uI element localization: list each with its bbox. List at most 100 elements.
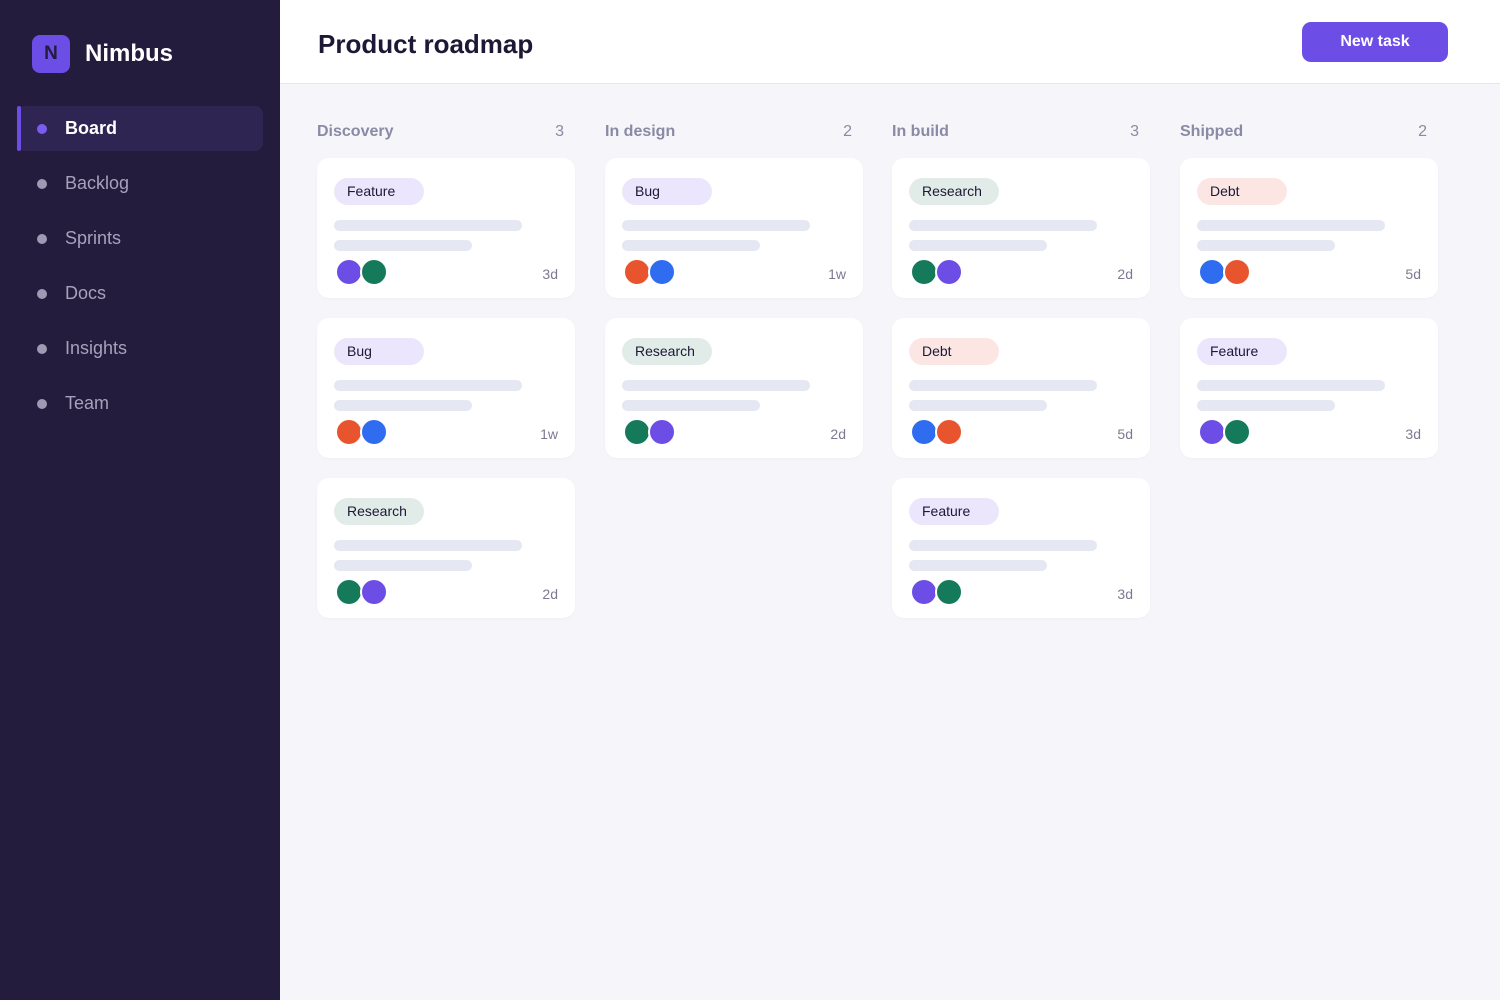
task-tag: Debt bbox=[1197, 178, 1287, 205]
avatar bbox=[648, 258, 676, 286]
placeholder-line bbox=[334, 560, 472, 571]
new-task-button[interactable]: New task bbox=[1302, 22, 1448, 62]
avatar bbox=[935, 258, 963, 286]
due-label: 3d bbox=[1117, 586, 1133, 602]
task-tag: Debt bbox=[909, 338, 999, 365]
task-card[interactable]: Research 2d bbox=[605, 318, 863, 458]
column-count: 2 bbox=[843, 123, 852, 140]
avatar bbox=[335, 578, 363, 606]
avatar bbox=[648, 418, 676, 446]
placeholder-line bbox=[334, 220, 522, 231]
page-title: Product roadmap bbox=[318, 29, 534, 59]
task-card[interactable]: Bug 1w bbox=[317, 318, 575, 458]
placeholder-line bbox=[334, 240, 472, 251]
assignees bbox=[623, 258, 683, 286]
placeholder-line bbox=[334, 400, 472, 411]
dot-icon bbox=[37, 343, 47, 354]
avatar bbox=[1223, 258, 1251, 286]
placeholder-line bbox=[622, 380, 810, 391]
assignees bbox=[335, 418, 395, 446]
due-label: 1w bbox=[828, 266, 846, 282]
assignees bbox=[1198, 258, 1258, 286]
placeholder-line bbox=[622, 240, 760, 251]
column-title: In design bbox=[605, 123, 676, 140]
task-tag: Research bbox=[909, 178, 999, 205]
column-header: Shipped 2 bbox=[1180, 120, 1438, 144]
avatar bbox=[935, 578, 963, 606]
column-header: In design 2 bbox=[605, 120, 863, 144]
task-tag: Research bbox=[334, 498, 424, 525]
avatar bbox=[910, 258, 938, 286]
placeholder-line bbox=[909, 380, 1097, 391]
column-count: 3 bbox=[1130, 123, 1139, 140]
avatar bbox=[935, 418, 963, 446]
sidebar-item-label: Backlog bbox=[65, 173, 130, 193]
column-shipped: Shipped 2 Debt 5d Feature 3d bbox=[1180, 120, 1438, 478]
sidebar-item-label: Team bbox=[65, 393, 110, 413]
sidebar-item-team[interactable]: Team bbox=[17, 381, 263, 426]
dot-icon bbox=[37, 288, 47, 299]
task-card[interactable]: Debt 5d bbox=[892, 318, 1150, 458]
sidebar-item-sprints[interactable]: Sprints bbox=[17, 216, 263, 261]
due-label: 2d bbox=[542, 586, 558, 602]
assignees bbox=[335, 578, 395, 606]
sidebar-item-label: Sprints bbox=[65, 228, 122, 248]
due-label: 5d bbox=[1117, 426, 1133, 442]
assignees bbox=[1198, 418, 1258, 446]
placeholder-line bbox=[909, 540, 1097, 551]
dot-icon bbox=[37, 398, 47, 409]
column-discovery: Discovery 3 Feature 3d Bug 1w Research 2… bbox=[317, 120, 575, 638]
sidebar-item-board[interactable]: Board bbox=[17, 106, 263, 151]
sidebar: N Nimbus Board Backlog Sprints Docs Insi… bbox=[0, 0, 280, 1000]
placeholder-line bbox=[909, 240, 1047, 251]
task-tag: Feature bbox=[909, 498, 999, 525]
column-header: Discovery 3 bbox=[317, 120, 575, 144]
column-in-build: In build 3 Research 2d Debt 5d Feature 3… bbox=[892, 120, 1150, 638]
dot-icon bbox=[37, 123, 47, 134]
due-label: 1w bbox=[540, 426, 558, 442]
task-card[interactable]: Bug 1w bbox=[605, 158, 863, 298]
placeholder-line bbox=[622, 220, 810, 231]
brand[interactable]: N Nimbus bbox=[32, 35, 173, 73]
placeholder-line bbox=[909, 560, 1047, 571]
assignees bbox=[910, 258, 970, 286]
sidebar-item-label: Insights bbox=[65, 338, 128, 358]
avatar bbox=[1198, 258, 1226, 286]
avatar bbox=[360, 418, 388, 446]
task-card[interactable]: Feature 3d bbox=[1180, 318, 1438, 458]
avatar bbox=[910, 418, 938, 446]
column-header: In build 3 bbox=[892, 120, 1150, 144]
column-count: 3 bbox=[555, 123, 564, 140]
task-tag: Research bbox=[622, 338, 712, 365]
placeholder-line bbox=[1197, 400, 1335, 411]
column-title: Shipped bbox=[1180, 123, 1244, 140]
due-label: 5d bbox=[1405, 266, 1421, 282]
avatar bbox=[335, 258, 363, 286]
task-tag: Bug bbox=[622, 178, 712, 205]
task-card[interactable]: Research 2d bbox=[317, 478, 575, 618]
placeholder-line bbox=[909, 220, 1097, 231]
task-card[interactable]: Feature 3d bbox=[892, 478, 1150, 618]
due-label: 3d bbox=[542, 266, 558, 282]
assignees bbox=[335, 258, 395, 286]
dot-icon bbox=[37, 233, 47, 244]
assignees bbox=[623, 418, 683, 446]
brand-logo: N bbox=[32, 35, 70, 73]
due-label: 3d bbox=[1405, 426, 1421, 442]
sidebar-item-docs[interactable]: Docs bbox=[17, 271, 263, 316]
column-count: 2 bbox=[1418, 123, 1427, 140]
placeholder-line bbox=[1197, 380, 1385, 391]
brand-name: Nimbus bbox=[85, 40, 174, 67]
task-tag: Feature bbox=[1197, 338, 1287, 365]
sidebar-item-insights[interactable]: Insights bbox=[17, 326, 263, 371]
sidebar-item-backlog[interactable]: Backlog bbox=[17, 161, 263, 206]
placeholder-line bbox=[334, 540, 522, 551]
sidebar-item-label: Board bbox=[65, 118, 118, 138]
task-card[interactable]: Research 2d bbox=[892, 158, 1150, 298]
avatar bbox=[910, 578, 938, 606]
task-card[interactable]: Feature 3d bbox=[317, 158, 575, 298]
task-card[interactable]: Debt 5d bbox=[1180, 158, 1438, 298]
sidebar-item-label: Docs bbox=[65, 283, 107, 303]
avatar bbox=[360, 258, 388, 286]
due-label: 2d bbox=[1117, 266, 1133, 282]
